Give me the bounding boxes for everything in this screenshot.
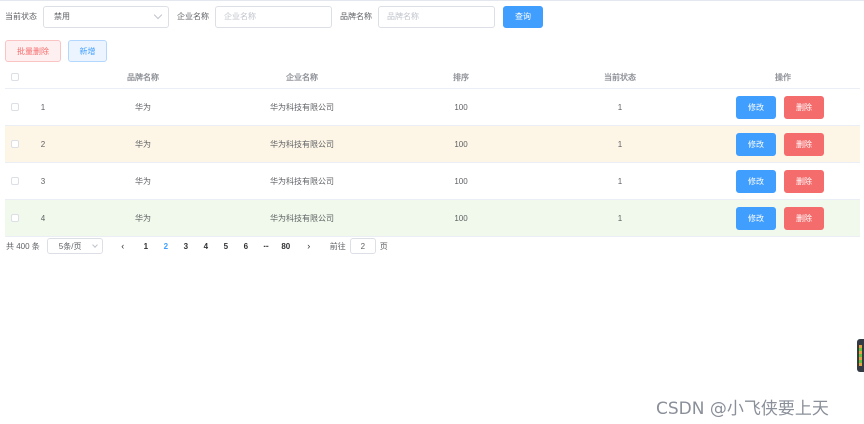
goto-suffix: 页 (379, 241, 388, 251)
table-row: 4 华为 华为科技有限公司 100 1 修改 删除 (5, 200, 860, 237)
chevron-down-icon (153, 10, 163, 20)
row-ops: 修改 删除 (736, 89, 826, 125)
table-header: 品牌名称 企业名称 排序 当前状态 操作 (5, 66, 860, 89)
row-index: 3 (40, 176, 46, 186)
header-brand: 品牌名称 (127, 72, 159, 82)
row-company: 华为科技有限公司 (270, 139, 334, 149)
select-all-cell (10, 66, 20, 88)
batch-delete-button[interactable]: 批量删除 (5, 40, 61, 62)
row-checkbox[interactable] (11, 177, 19, 185)
brand-label: 品牌名称 (340, 12, 372, 21)
row-sort: 100 (454, 213, 468, 223)
row-check-cell (10, 163, 20, 199)
header-status: 当前状态 (604, 72, 636, 82)
table-row: 1 华为 华为科技有限公司 100 1 修改 删除 (5, 89, 860, 126)
row-checkbox[interactable] (11, 214, 19, 222)
goto-input[interactable] (349, 238, 376, 254)
side-widget-tab[interactable] (857, 339, 864, 372)
row-sort: 100 (454, 176, 468, 186)
select-all-checkbox[interactable] (11, 73, 19, 81)
page-2-current[interactable]: 2 (156, 242, 176, 251)
status-select[interactable]: 禁用 (43, 5, 169, 28)
page-1[interactable]: 1 (136, 242, 156, 251)
delete-button[interactable]: 删除 (784, 95, 824, 119)
chevron-left-icon[interactable]: ‹ (116, 241, 130, 251)
top-divider (0, 0, 864, 1)
row-ops: 修改 删除 (736, 163, 826, 199)
company-input[interactable] (215, 5, 332, 28)
row-ops: 修改 删除 (736, 126, 826, 162)
edit-button[interactable]: 修改 (736, 169, 776, 193)
status-select-value: 禁用 (54, 12, 70, 21)
row-company: 华为科技有限公司 (270, 176, 334, 186)
row-sort: 100 (454, 102, 468, 112)
page-4[interactable]: 4 (196, 242, 216, 251)
page-6[interactable]: 6 (236, 242, 256, 251)
row-sort: 100 (454, 139, 468, 149)
delete-button[interactable]: 删除 (784, 206, 824, 230)
edit-button[interactable]: 修改 (736, 95, 776, 119)
page-size-select[interactable]: 5条/页 (46, 238, 103, 254)
row-checkbox[interactable] (11, 140, 19, 148)
row-status: 1 (617, 139, 623, 149)
table-row: 2 华为 华为科技有限公司 100 1 修改 删除 (5, 126, 860, 163)
row-index: 1 (40, 102, 46, 112)
edit-button[interactable]: 修改 (736, 206, 776, 230)
status-label: 当前状态 (5, 12, 37, 21)
header-sort: 排序 (453, 72, 469, 82)
pagination-total: 共 400 条 (6, 241, 40, 251)
row-company: 华为科技有限公司 (270, 102, 334, 112)
chevron-down-icon (91, 242, 98, 248)
page-5[interactable]: 5 (216, 242, 236, 251)
chevron-right-icon[interactable]: › (302, 241, 316, 251)
more-pages[interactable]: ··· (256, 242, 276, 251)
row-check-cell (10, 126, 20, 162)
edit-button[interactable]: 修改 (736, 132, 776, 156)
header-company: 企业名称 (286, 72, 318, 82)
page-last[interactable]: 80 (276, 242, 296, 251)
row-brand: 华为 (135, 102, 151, 112)
row-ops: 修改 删除 (736, 200, 826, 236)
row-company: 华为科技有限公司 (270, 213, 334, 223)
row-index: 2 (40, 139, 46, 149)
search-form: 当前状态 禁用 企业名称 品牌名称 查询 (5, 5, 543, 28)
add-button[interactable]: 新增 (68, 40, 107, 62)
row-index: 4 (40, 213, 46, 223)
delete-button[interactable]: 删除 (784, 169, 824, 193)
row-status: 1 (617, 102, 623, 112)
row-brand: 华为 (135, 139, 151, 149)
row-brand: 华为 (135, 176, 151, 186)
row-checkbox[interactable] (11, 103, 19, 111)
row-check-cell (10, 200, 20, 236)
row-status: 1 (617, 176, 623, 186)
header-ops: 操作 (775, 72, 791, 82)
row-brand: 华为 (135, 213, 151, 223)
page-3[interactable]: 3 (176, 242, 196, 251)
delete-button[interactable]: 删除 (784, 132, 824, 156)
query-button[interactable]: 查询 (503, 5, 543, 28)
company-label: 企业名称 (177, 12, 209, 21)
table-row: 3 华为 华为科技有限公司 100 1 修改 删除 (5, 163, 860, 200)
goto-label: 前往 (329, 241, 346, 251)
page-size-value: 5条/页 (58, 241, 82, 251)
row-status: 1 (617, 213, 623, 223)
row-check-cell (10, 89, 20, 125)
brand-input[interactable] (378, 5, 495, 28)
pagination: 共 400 条 5条/页 ‹ 1 2 3 4 5 6 ··· 80 › 前往 页 (6, 237, 388, 255)
brand-table: 品牌名称 企业名称 排序 当前状态 操作 1 华为 华为科技有限公司 100 1… (5, 66, 860, 237)
action-bar: 批量删除 新增 (5, 40, 107, 62)
watermark: CSDN @小飞侠要上天 (656, 399, 829, 419)
